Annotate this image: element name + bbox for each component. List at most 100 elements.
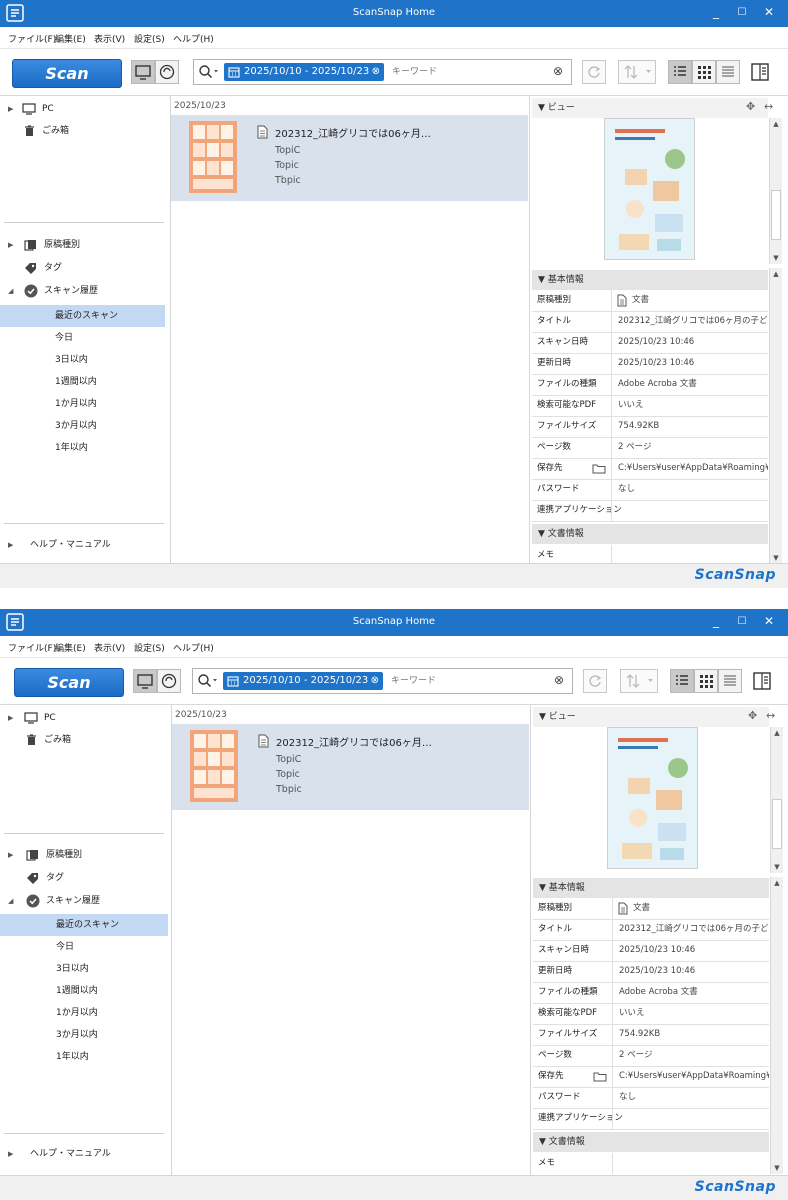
expand-arrow-icon[interactable]: ▶ [8, 98, 13, 120]
preview-scrollbar[interactable]: ▲ ▼ [769, 118, 782, 264]
folder-icon[interactable] [592, 463, 606, 474]
panel-toggle-button[interactable] [752, 671, 772, 694]
maximize-button[interactable]: ☐ [734, 616, 750, 627]
close-button[interactable]: ✕ [761, 614, 777, 628]
scroll-up-icon[interactable]: ▲ [771, 729, 783, 737]
search-box[interactable]: 2025/10/10 - 2025/10/23 ⊗ ⊗ [193, 59, 572, 85]
scroll-down-icon[interactable]: ▼ [770, 254, 782, 262]
menu-file[interactable]: ファイル(F) [8, 641, 56, 654]
nav-history-recent[interactable]: 最近のスキャン [0, 305, 165, 327]
properties-scrollbar[interactable]: ▲ ▼ [769, 268, 782, 564]
nav-doc-type[interactable]: ▶ 原稿種別 [0, 234, 165, 256]
minimize-button[interactable]: _ [708, 614, 724, 628]
nav-scan-history[interactable]: ◢ スキャン履歴 [0, 280, 165, 302]
scroll-up-icon[interactable]: ▲ [770, 120, 782, 128]
nav-history-1week[interactable]: 1週間以内 [0, 371, 165, 393]
maximize-button[interactable]: ☐ [734, 7, 750, 18]
basic-info-header[interactable]: ▼ 基本情報 [532, 270, 768, 290]
scanner-view-button[interactable] [133, 669, 157, 693]
scroll-up-icon[interactable]: ▲ [770, 270, 782, 278]
document-preview[interactable] [607, 727, 698, 869]
expand-arrow-icon[interactable]: ▶ [8, 1143, 13, 1165]
detail-view-button[interactable] [718, 669, 742, 693]
scroll-down-icon[interactable]: ▼ [771, 1164, 783, 1172]
clear-keyword-icon[interactable]: ⊗ [553, 64, 563, 78]
panel-toggle-button[interactable] [750, 62, 770, 85]
menu-view[interactable]: 表示(V) [94, 641, 125, 654]
date-range-chip[interactable]: 2025/10/10 - 2025/10/23 ⊗ [224, 63, 384, 81]
grid-view-button[interactable] [694, 669, 718, 693]
document-thumbnail[interactable] [189, 121, 237, 193]
list-item[interactable]: 202312_江崎グリコでは06ヶ月… TopiC Topic Tbpic [172, 724, 529, 810]
fit-width-icon[interactable]: ↔ [764, 100, 773, 113]
menu-help[interactable]: ヘルプ(H) [173, 32, 214, 45]
view-section-header[interactable]: ▼ ビュー [532, 98, 768, 118]
scroll-down-icon[interactable]: ▼ [770, 554, 782, 562]
menu-edit[interactable]: 編集(E) [55, 32, 86, 45]
document-preview[interactable] [604, 118, 695, 260]
clear-date-icon[interactable]: ⊗ [372, 63, 380, 81]
list-item[interactable]: 202312_江崎グリコでは06ヶ月… TopiC Topic Tbpic [171, 115, 528, 201]
menu-help[interactable]: ヘルプ(H) [173, 641, 214, 654]
nav-help-manual[interactable]: ▶ ヘルプ・マニュアル [0, 1143, 165, 1165]
fit-width-icon[interactable]: ↔ [766, 709, 775, 722]
menu-settings[interactable]: 設定(S) [134, 641, 165, 654]
menu-edit[interactable]: 編集(E) [55, 641, 86, 654]
search-icon[interactable] [197, 673, 219, 689]
move-icon[interactable]: ✥ [748, 709, 757, 722]
expand-arrow-icon[interactable]: ▶ [8, 534, 13, 556]
nav-history-3months[interactable]: 3か月以内 [0, 1024, 165, 1046]
keyword-input[interactable] [390, 66, 544, 78]
scroll-thumb[interactable] [771, 190, 781, 240]
clear-keyword-icon[interactable]: ⊗ [554, 673, 564, 687]
list-view-button[interactable] [668, 60, 692, 84]
cloud-view-button[interactable] [155, 60, 179, 84]
nav-history-today[interactable]: 今日 [0, 327, 165, 349]
scan-button[interactable]: Scan [12, 59, 122, 88]
doc-info-header[interactable]: ▼ 文書情報 [533, 1132, 769, 1152]
nav-history-1week[interactable]: 1週間以内 [0, 980, 165, 1002]
scroll-up-icon[interactable]: ▲ [771, 879, 783, 887]
nav-scan-history[interactable]: ◢ スキャン履歴 [0, 890, 165, 912]
search-icon[interactable] [198, 64, 220, 80]
property-value[interactable]: 202312_江崎グリコでは06ヶ月の子ども… [618, 311, 768, 332]
collapse-arrow-icon[interactable]: ◢ [8, 280, 13, 302]
nav-history-3days[interactable]: 3日以内 [0, 349, 165, 371]
refresh-button[interactable] [583, 669, 607, 693]
expand-arrow-icon[interactable]: ▶ [8, 234, 13, 256]
keyword-input[interactable] [389, 675, 543, 687]
clear-date-icon[interactable]: ⊗ [371, 672, 379, 690]
properties-scrollbar[interactable]: ▲ ▼ [770, 877, 783, 1174]
expand-arrow-icon[interactable]: ▶ [8, 844, 13, 866]
nav-history-recent[interactable]: 最近のスキャン [0, 914, 168, 936]
doc-info-header[interactable]: ▼ 文書情報 [532, 524, 768, 544]
sort-button[interactable] [618, 60, 656, 84]
nav-history-1year[interactable]: 1年以内 [0, 1046, 165, 1068]
nav-history-1year[interactable]: 1年以内 [0, 437, 165, 459]
date-range-chip[interactable]: 2025/10/10 - 2025/10/23 ⊗ [223, 672, 383, 690]
property-value[interactable]: 202312_江崎グリコでは06ヶ月の子ども… [619, 919, 769, 940]
detail-view-button[interactable] [716, 60, 740, 84]
nav-history-3months[interactable]: 3か月以内 [0, 415, 165, 437]
menu-settings[interactable]: 設定(S) [134, 32, 165, 45]
nav-history-1month[interactable]: 1か月以内 [0, 1002, 165, 1024]
sort-button[interactable] [620, 669, 658, 693]
refresh-button[interactable] [582, 60, 606, 84]
nav-help-manual[interactable]: ▶ ヘルプ・マニュアル [0, 534, 165, 556]
preview-scrollbar[interactable]: ▲ ▼ [770, 727, 783, 873]
menu-view[interactable]: 表示(V) [94, 32, 125, 45]
view-section-header[interactable]: ▼ ビュー [533, 707, 769, 727]
scanner-view-button[interactable] [131, 60, 155, 84]
nav-pc[interactable]: ▶ PC [0, 98, 165, 120]
scroll-thumb[interactable] [772, 799, 782, 849]
list-view-button[interactable] [670, 669, 694, 693]
nav-pc[interactable]: ▶ PC [0, 707, 165, 729]
minimize-button[interactable]: _ [708, 5, 724, 19]
search-box[interactable]: 2025/10/10 - 2025/10/23 ⊗ ⊗ [192, 668, 573, 694]
nav-tag[interactable]: タグ [0, 257, 165, 279]
scroll-down-icon[interactable]: ▼ [771, 863, 783, 871]
collapse-arrow-icon[interactable]: ◢ [8, 890, 13, 912]
cloud-view-button[interactable] [157, 669, 181, 693]
nav-history-3days[interactable]: 3日以内 [0, 958, 165, 980]
close-button[interactable]: ✕ [761, 5, 777, 19]
